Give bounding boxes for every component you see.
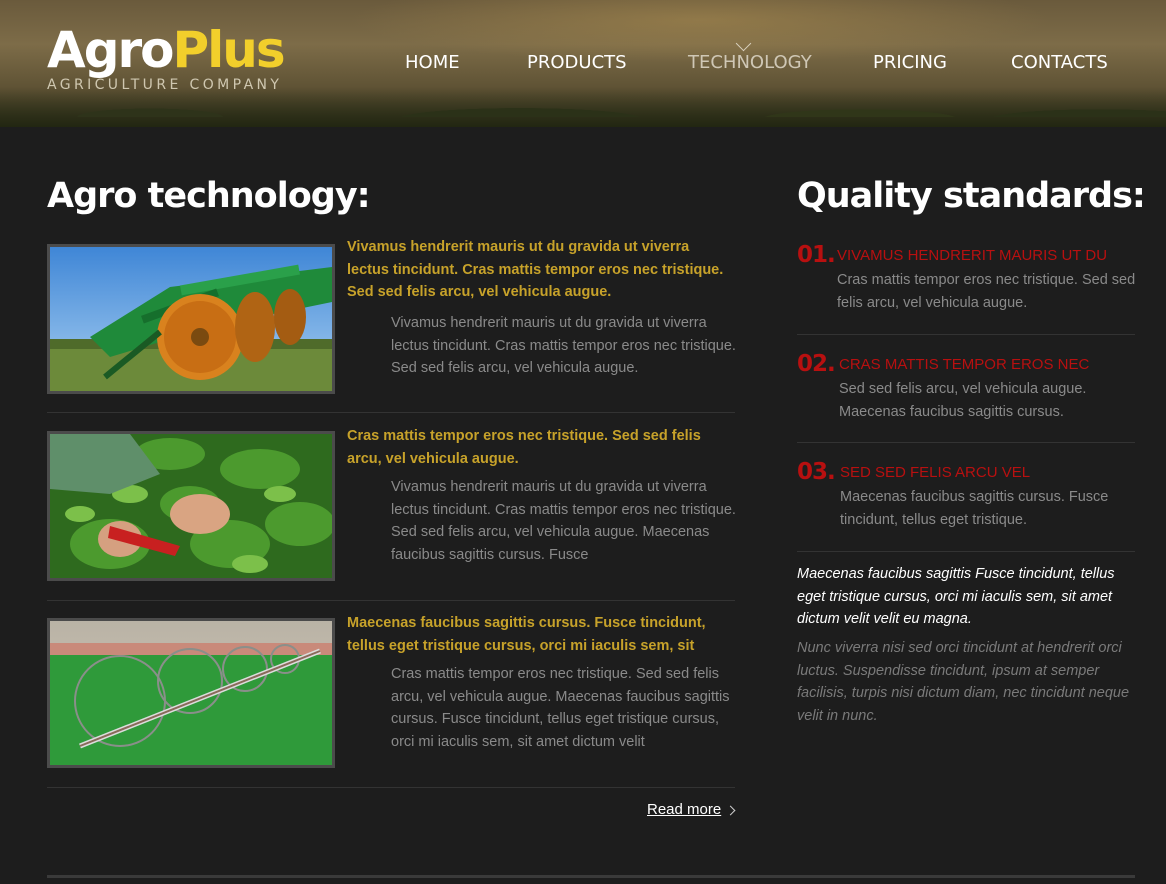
nav-technology[interactable]: TECHNOLOGY: [688, 52, 812, 73]
article-image-irrigation[interactable]: [47, 618, 335, 768]
article-body: Vivamus hendrerit mauris ut du gravida u…: [391, 479, 736, 563]
article-headline[interactable]: Vivamus hendrerit mauris ut du gravida u…: [347, 236, 727, 304]
nav-products[interactable]: PRODUCTS: [527, 52, 627, 73]
sidebar-quote-highlight: Maecenas faucibus sagittis Fusce tincidu…: [797, 566, 1115, 627]
sidebar-quote-muted: Nunc viverra nisi sed orci tincidunt at …: [797, 640, 1130, 724]
logo-tagline: AGRICULTURE COMPANY: [47, 77, 283, 93]
standard-divider: [797, 551, 1135, 552]
chevron-right-icon[interactable]: [725, 805, 736, 816]
standard-title[interactable]: CRAS MATTIS TEMPOR EROS NEC: [839, 356, 1089, 373]
standard-divider: [797, 334, 1135, 335]
nav-home[interactable]: HOME: [405, 52, 460, 73]
standard-number: 02.: [797, 351, 836, 377]
site-header: AgroPlus AGRICULTURE COMPANY HOME PRODUC…: [0, 0, 1166, 127]
standard-item: 03. SED SED FELIS ARCU VEL Maecenas fauc…: [797, 459, 1137, 539]
article-headline[interactable]: Maecenas faucibus sagittis cursus. Fusce…: [347, 612, 727, 657]
page-title: Agro technology:: [47, 176, 371, 216]
standard-number: 03.: [797, 459, 836, 485]
active-nav-chevron-icon: [735, 35, 752, 52]
article-divider: [47, 787, 735, 788]
header-landscape: [0, 87, 1166, 127]
footer-divider: [47, 875, 1135, 878]
article-item: Maecenas faucibus sagittis cursus. Fusce…: [47, 615, 735, 768]
nav-contacts[interactable]: CONTACTS: [1011, 52, 1108, 73]
article-image-harrow[interactable]: [47, 244, 335, 394]
standard-description: Maecenas faucibus sagittis cursus. Fusce…: [840, 489, 1109, 528]
article-headline[interactable]: Cras mattis tempor eros nec tristique. S…: [347, 425, 727, 470]
read-more-link[interactable]: Read more: [647, 801, 721, 818]
standard-item: 01. VIVAMUS HENDRERIT MAURIS UT DU Cras …: [797, 242, 1137, 322]
article-item: Vivamus hendrerit mauris ut du gravida u…: [47, 239, 736, 394]
main-nav: HOME PRODUCTS TECHNOLOGY PRICING CONTACT…: [0, 52, 1166, 76]
article-divider: [47, 412, 735, 413]
standard-title[interactable]: SED SED FELIS ARCU VEL: [840, 464, 1030, 481]
article-body: Cras mattis tempor eros nec tristique. S…: [391, 666, 730, 750]
standard-item: 02. CRAS MATTIS TEMPOR EROS NEC Sed sed …: [797, 351, 1137, 431]
standard-title[interactable]: VIVAMUS HENDRERIT MAURIS UT DU: [837, 247, 1107, 264]
sidebar-title: Quality standards:: [797, 176, 1146, 216]
article-body: Vivamus hendrerit mauris ut du gravida u…: [391, 315, 736, 376]
article-item: Cras mattis tempor eros nec tristique. S…: [47, 428, 736, 581]
standard-number: 01.: [797, 242, 836, 268]
nav-pricing[interactable]: PRICING: [873, 52, 947, 73]
standard-description: Cras mattis tempor eros nec tristique. S…: [837, 272, 1136, 311]
standard-description: Sed sed felis arcu, vel vehicula augue. …: [839, 381, 1087, 420]
article-image-pruning[interactable]: [47, 431, 335, 581]
standard-divider: [797, 442, 1135, 443]
article-divider: [47, 600, 735, 601]
